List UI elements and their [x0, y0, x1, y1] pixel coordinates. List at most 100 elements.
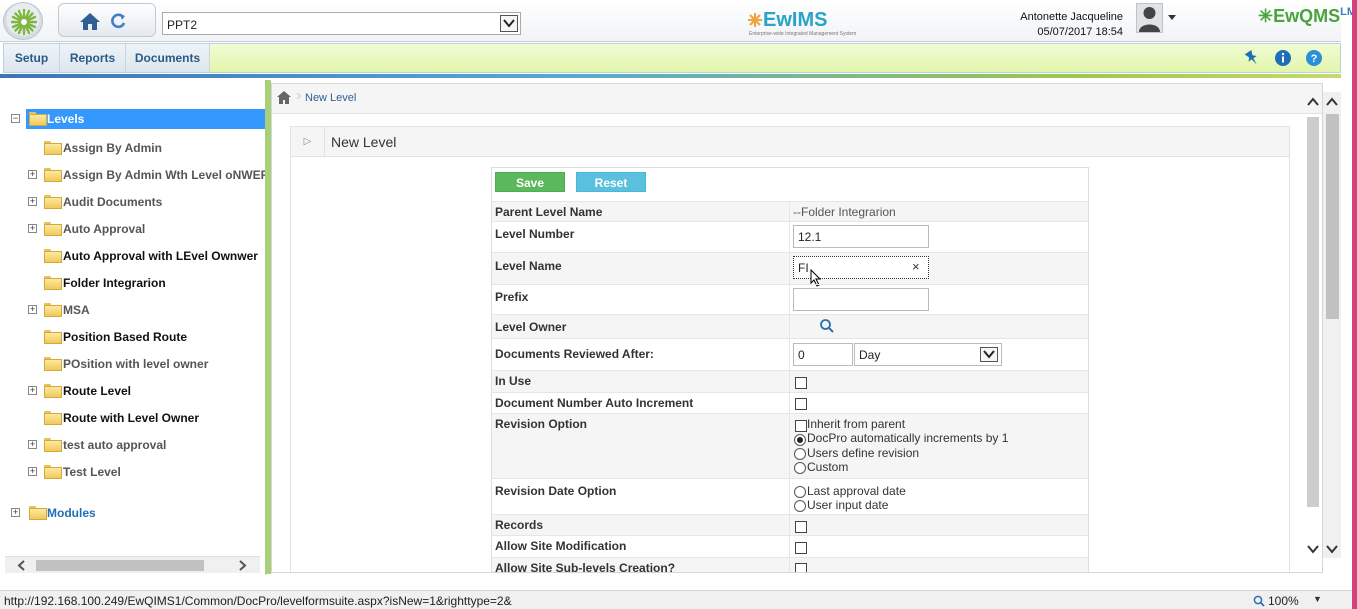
folder-icon [44, 168, 62, 182]
menu-documents[interactable]: Documents [126, 44, 210, 72]
tree-expand-icon[interactable]: + [28, 224, 37, 233]
tree-expand-icon[interactable]: + [28, 305, 37, 314]
tree-expand-icon[interactable]: + [28, 386, 37, 395]
scroll-up-icon[interactable] [1326, 97, 1338, 107]
docs-reviewed-input[interactable]: 0 [793, 343, 853, 366]
row-records: Records [492, 514, 1088, 535]
ewqms-logo: ✳EwQMSLMS [1258, 6, 1357, 27]
last-approval-date-radio[interactable] [794, 486, 806, 498]
revision-auto-increment-radio[interactable] [794, 434, 806, 446]
chevron-down-icon[interactable] [980, 347, 998, 362]
in-use-checkbox[interactable] [795, 377, 807, 389]
app-logo[interactable] [3, 2, 43, 40]
revision-user-define-radio[interactable] [794, 448, 806, 460]
row-level-number: Level Number 12.1 [492, 221, 1088, 252]
scroll-up-icon[interactable] [1307, 97, 1319, 107]
folder-icon [44, 384, 62, 398]
zoom-icon[interactable] [1253, 595, 1265, 607]
tree-expand-icon[interactable]: + [28, 440, 37, 449]
tree-root-levels[interactable]: Levels [26, 109, 265, 129]
home-icon[interactable] [79, 12, 101, 31]
user-input-date-radio[interactable] [794, 500, 806, 512]
user-menu-caret-icon[interactable] [1168, 15, 1176, 20]
menu-reports[interactable]: Reports [60, 44, 126, 72]
panel-title: New Level [331, 134, 397, 150]
review-unit-value: Day [859, 348, 881, 362]
scrollbar-thumb[interactable] [1307, 117, 1319, 507]
tree-expand-icon[interactable]: + [28, 197, 37, 206]
folder-icon [29, 506, 47, 520]
row-site-sublevels: Allow Site Sub-levels Creation? [492, 557, 1088, 572]
reset-button[interactable]: Reset [576, 172, 646, 192]
folder-icon [44, 276, 62, 290]
folder-icon [44, 465, 62, 479]
folder-icon [44, 222, 62, 236]
new-level-panel: ▷ New Level Save Reset Parent Level Name… [290, 126, 1290, 572]
row-level-name: Level Name FI × [492, 252, 1088, 287]
folder-icon [44, 141, 62, 155]
tree-horizontal-scrollbar[interactable] [5, 556, 260, 573]
scroll-down-icon[interactable] [1326, 544, 1338, 554]
tree-expand-icon[interactable]: + [28, 467, 37, 476]
chevron-down-icon[interactable] [500, 15, 518, 32]
folder-icon [44, 357, 62, 371]
search-icon[interactable] [819, 318, 835, 334]
refresh-icon[interactable] [109, 12, 127, 30]
inherit-from-parent-checkbox[interactable] [795, 420, 807, 432]
folder-icon [44, 195, 62, 209]
window-edge [1352, 0, 1357, 609]
breadcrumb-separator: › [296, 87, 302, 104]
panel-toggle-icon[interactable]: ▷ [291, 127, 325, 157]
tree-item[interactable]: Assign By Admin Wth Level oNWER [44, 165, 265, 185]
breadcrumb-current: New Level [305, 92, 357, 104]
row-in-use: In Use [492, 370, 1088, 392]
parent-level-value: --Folder Integrarion [793, 205, 896, 219]
zoom-level[interactable]: 100% [1268, 594, 1299, 608]
avatar[interactable] [1136, 3, 1163, 33]
panel-header: ▷ New Level [291, 127, 1289, 157]
scrollbar-thumb[interactable] [36, 560, 204, 571]
site-select[interactable]: PPT2 [162, 12, 521, 35]
zoom-dropdown-icon[interactable]: ▼ [1313, 594, 1322, 604]
info-icon[interactable] [1274, 49, 1292, 67]
scrollbar-thumb[interactable] [1326, 114, 1339, 319]
prefix-input[interactable] [793, 288, 929, 311]
row-auto-increment: Document Number Auto Increment [492, 392, 1088, 413]
scroll-right-icon[interactable] [237, 560, 247, 571]
breadcrumb-home-icon[interactable] [277, 91, 291, 104]
row-prefix: Prefix [492, 284, 1088, 314]
save-button[interactable]: Save [495, 172, 565, 192]
review-unit-select[interactable]: Day [854, 343, 1002, 366]
row-site-modification: Allow Site Modification [492, 535, 1088, 557]
level-number-input[interactable]: 12.1 [793, 225, 929, 248]
current-datetime: 05/07/2017 18:54 [1037, 26, 1123, 38]
revision-custom-radio[interactable] [794, 462, 806, 474]
menu-setup[interactable]: Setup [4, 44, 60, 72]
home-refresh-group [58, 3, 156, 37]
tree-expand-icon[interactable]: + [11, 508, 20, 517]
top-bar: PPT2 EwIMS Enterprise-wide Integrated Ma… [0, 0, 1357, 42]
site-sublevels-checkbox[interactable] [795, 563, 807, 572]
tree-root-label: Levels [47, 112, 85, 126]
scroll-left-icon[interactable] [17, 560, 27, 571]
content-area: › New Level ▷ New Level Save Reset Paren… [271, 83, 1323, 573]
row-revision-option: Revision Option Inherit from parent DocP… [492, 413, 1088, 478]
ewims-sun-icon [748, 13, 762, 27]
tree-expand-icon[interactable]: + [28, 170, 37, 179]
scroll-down-icon[interactable] [1307, 544, 1319, 554]
user-info: Antonette Jacqueline 05/07/2017 18:54 [1020, 10, 1123, 40]
tree-collapse-icon[interactable]: − [11, 114, 20, 123]
folder-icon [44, 438, 62, 452]
clear-input-icon[interactable]: × [912, 259, 920, 274]
folder-icon [29, 112, 47, 126]
breadcrumb: › New Level [272, 84, 1322, 114]
status-url: http://192.168.100.249/EwQIMS1/Common/Do… [4, 594, 512, 608]
site-modification-checkbox[interactable] [795, 542, 807, 554]
pin-icon[interactable] [1243, 49, 1261, 67]
content-vertical-scrollbar[interactable] [1305, 92, 1321, 558]
help-icon[interactable]: ? [1305, 49, 1323, 67]
window-vertical-scrollbar[interactable] [1323, 92, 1341, 558]
auto-increment-checkbox[interactable] [795, 398, 807, 410]
records-checkbox[interactable] [795, 521, 807, 533]
browser-status-bar: http://192.168.100.249/EwQIMS1/Common/Do… [0, 590, 1352, 609]
